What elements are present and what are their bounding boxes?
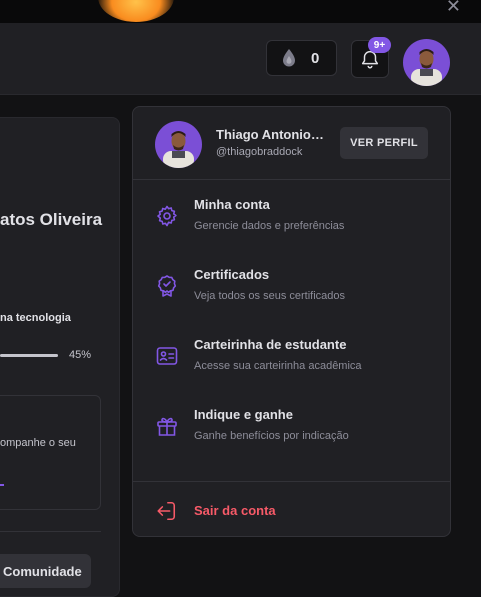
view-profile-button[interactable]: VER PERFIL <box>340 127 428 159</box>
menu-item-title: Indique e ganhe <box>194 407 293 422</box>
menu-item-title: Carteirinha de estudante <box>194 337 347 352</box>
avatar[interactable] <box>403 39 450 86</box>
close-icon[interactable]: ✕ <box>446 0 461 17</box>
info-box-link[interactable] <box>0 476 4 486</box>
student-name: atos Oliveira <box>0 210 103 229</box>
id-card-icon <box>156 347 178 365</box>
certificate-icon <box>157 275 177 297</box>
logout-icon <box>157 501 176 521</box>
user-name: Thiago Antonio… <box>216 127 324 142</box>
flame-decoration <box>98 0 174 22</box>
profile-dropdown-menu: Thiago Antonio… @thiagobraddock VER PERF… <box>132 106 451 537</box>
progress-bar <box>0 354 58 357</box>
user-handle: @thiagobraddock <box>216 146 303 158</box>
menu-item-account[interactable]: Minha conta Gerencie dados e preferência… <box>133 180 450 250</box>
divider <box>0 531 101 532</box>
streak-count: 0 <box>311 49 320 67</box>
menu-item-student-card[interactable]: Carteirinha de estudante Acesse sua cart… <box>133 320 450 390</box>
progress-fill <box>0 354 58 357</box>
streak-button[interactable]: 0 <box>266 40 337 76</box>
menu-item-title: Minha conta <box>194 197 270 212</box>
progress-percent: 45% <box>69 349 92 361</box>
menu-item-description: Veja todos os seus certificados <box>194 290 346 302</box>
menu-item-description: Acesse sua carteirinha acadêmica <box>194 360 362 372</box>
profile-summary-card <box>0 117 120 597</box>
tech-label: na tecnologia <box>0 312 71 324</box>
gift-icon <box>157 417 177 436</box>
top-strip: ✕ <box>0 0 481 23</box>
menu-header: Thiago Antonio… @thiagobraddock VER PERF… <box>133 107 450 180</box>
menu-item-description: Gerencie dados e preferências <box>194 220 345 232</box>
notification-badge: 9+ <box>368 37 391 53</box>
app-header: 0 9+ <box>0 23 481 95</box>
gear-icon <box>157 205 177 227</box>
logout-button[interactable]: Sair da conta <box>133 481 450 536</box>
info-box <box>0 395 101 510</box>
info-box-text: ompanhe o seu <box>0 437 76 449</box>
logout-label: Sair da conta <box>194 503 276 518</box>
menu-item-certificates[interactable]: Certificados Veja todos os seus certific… <box>133 250 450 320</box>
community-button[interactable]: Comunidade <box>0 554 91 588</box>
drop-icon <box>283 49 295 67</box>
avatar <box>155 121 202 168</box>
menu-item-referral[interactable]: Indique e ganhe Ganhe benefícios por ind… <box>133 390 450 460</box>
menu-item-description: Ganhe benefícios por indicação <box>194 430 349 442</box>
menu-item-title: Certificados <box>194 267 270 282</box>
